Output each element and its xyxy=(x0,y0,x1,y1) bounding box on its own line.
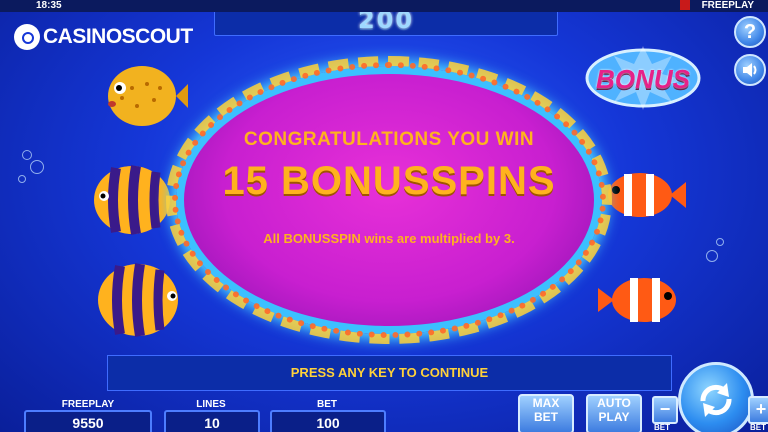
clownfish-symbol xyxy=(598,278,676,322)
game-screen: 18:35 FREEPLAY 200 CASINOSCOUT ? BONUS C… xyxy=(0,0,768,432)
bet-increase-caption: BET xyxy=(750,423,766,432)
bubble xyxy=(18,175,26,183)
brand-name: CASINOSCOUT xyxy=(43,25,193,48)
auto-play-line1: AUTO xyxy=(597,396,631,410)
speaker-icon xyxy=(743,63,757,77)
angelfish-symbol xyxy=(98,263,178,337)
popup-note: All BONUSSPIN wins are multiplied by 3. xyxy=(263,231,515,246)
bubble xyxy=(706,250,718,262)
spin-arrows-icon xyxy=(700,383,732,417)
bonus-symbol-label: BONUS xyxy=(596,64,690,94)
max-bet-button[interactable]: MAX BET xyxy=(518,394,574,432)
status-bar: 18:35 FREEPLAY xyxy=(0,0,768,12)
bet-decrease-button[interactable]: − xyxy=(652,396,678,424)
bet-decrease-caption: BET xyxy=(654,423,670,432)
popup-headline: 15 BONUSSPINS xyxy=(222,159,556,203)
brand-logo: CASINOSCOUT xyxy=(14,22,193,52)
clock: 18:35 xyxy=(36,0,62,11)
logo-icon xyxy=(14,24,40,50)
bet-increase-button[interactable]: + xyxy=(748,396,768,424)
bubble xyxy=(22,150,32,160)
clownfish-symbol xyxy=(608,173,686,217)
max-bet-line2: BET xyxy=(534,410,558,424)
bet-label: BET xyxy=(317,399,337,410)
freeplay-balance: 9550 xyxy=(24,410,152,432)
lines-label: LINES xyxy=(196,399,226,410)
bubble xyxy=(716,238,724,246)
bet-value: 100 xyxy=(270,410,386,432)
lines-value: 10 xyxy=(164,410,260,432)
sound-button[interactable] xyxy=(734,54,766,86)
auto-play-button[interactable]: AUTO PLAY xyxy=(586,394,642,432)
spin-button[interactable] xyxy=(678,362,754,432)
angelfish-symbol xyxy=(94,165,170,235)
mode-label: FREEPLAY xyxy=(701,0,754,11)
bubble xyxy=(30,160,44,174)
status-marker xyxy=(680,0,690,10)
continue-prompt[interactable]: PRESS ANY KEY TO CONTINUE xyxy=(107,355,672,391)
popup-title: CONGRATULATIONS YOU WIN xyxy=(243,129,535,150)
auto-play-line2: PLAY xyxy=(598,410,630,424)
help-button[interactable]: ? xyxy=(734,16,766,48)
pufferfish-symbol xyxy=(108,66,188,126)
max-bet-line1: MAX xyxy=(532,396,560,410)
bonus-popup: CONGRATULATIONS YOU WIN 15 BONUSSPINS Al… xyxy=(166,56,612,344)
freeplay-label: FREEPLAY xyxy=(61,399,115,410)
